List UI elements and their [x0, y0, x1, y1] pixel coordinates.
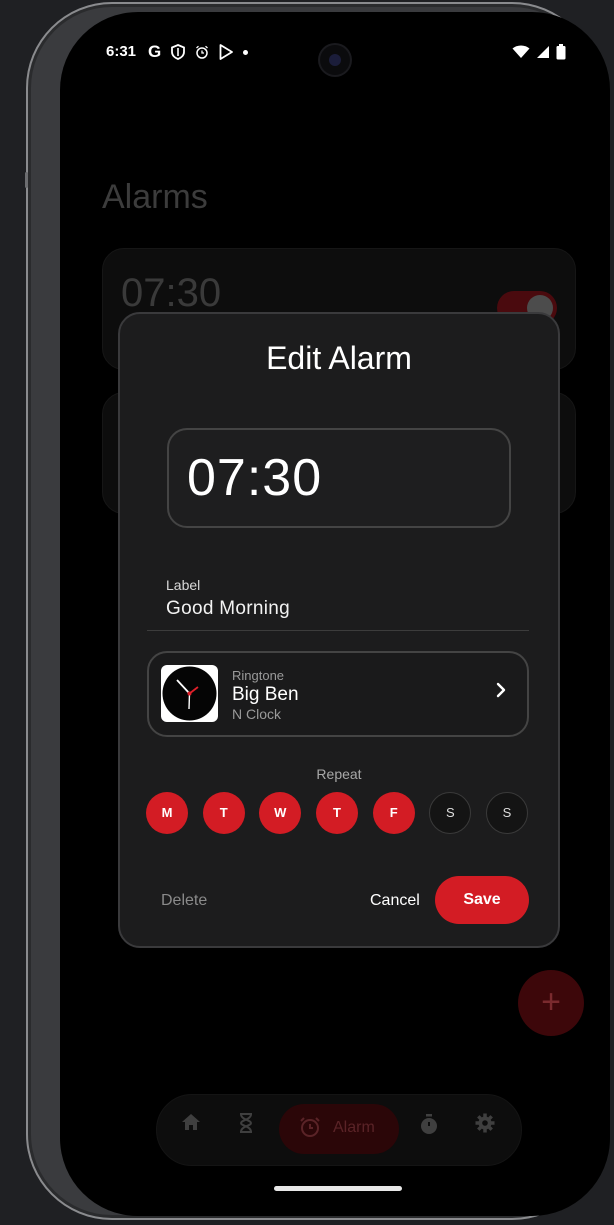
day-monday[interactable]: M: [146, 792, 188, 834]
nav-alarm-label: Alarm: [333, 1119, 375, 1136]
nav-home[interactable]: [181, 1113, 201, 1137]
add-alarm-button[interactable]: +: [518, 970, 584, 1036]
save-button[interactable]: Save: [435, 876, 529, 924]
day-saturday[interactable]: S: [429, 792, 472, 834]
front-camera: [320, 45, 350, 75]
day-wednesday[interactable]: W: [259, 792, 302, 834]
day-tuesday[interactable]: T: [202, 792, 245, 834]
page-title: Alarms: [102, 178, 208, 216]
alarm-icon: [299, 1116, 321, 1143]
home-icon: [182, 1114, 200, 1130]
edit-alarm-dialog: Edit Alarm 07:30 Label Good Morning Ring…: [118, 312, 560, 948]
phone-frame: 6:31 G Alarms 07:30 + Alarm Edit Alarm 0…: [25, 2, 610, 1220]
label-underline: [147, 630, 529, 631]
day-thursday[interactable]: T: [316, 792, 358, 834]
nav-settings[interactable]: [475, 1113, 495, 1139]
screen: 6:31 G Alarms 07:30 + Alarm Edit Alarm 0…: [60, 12, 610, 1216]
status-time: 6:31: [106, 43, 137, 60]
day-sunday[interactable]: S: [486, 792, 528, 834]
label-caption: Label: [166, 577, 201, 593]
plus-icon: +: [541, 983, 561, 1021]
clock-thumbnail: [161, 665, 218, 722]
play-store-icon: [219, 44, 234, 60]
status-right-icons: [512, 42, 566, 62]
chevron-right-icon: [495, 681, 507, 704]
ringtone-name: Big Ben: [232, 684, 299, 705]
shield-icon: [171, 44, 186, 60]
alarm-icon: [196, 45, 209, 59]
time-picker-field[interactable]: 07:30: [167, 428, 511, 528]
cancel-button[interactable]: Cancel: [370, 892, 420, 910]
day-friday[interactable]: F: [372, 792, 415, 834]
gear-icon: [475, 1113, 495, 1133]
alarm-time-value: 07:30: [187, 449, 323, 507]
left-frame-notch: [25, 172, 28, 188]
ringtone-caption: Ringtone: [232, 668, 285, 683]
delete-button[interactable]: Delete: [161, 892, 207, 910]
dot-icon: [243, 49, 249, 55]
label-input[interactable]: Good Morning: [166, 598, 290, 620]
bottom-nav: Alarm: [156, 1094, 522, 1166]
nav-timer[interactable]: [239, 1113, 253, 1139]
nav-stopwatch[interactable]: [419, 1113, 439, 1141]
home-indicator[interactable]: [274, 1186, 402, 1191]
stopwatch-icon: [421, 1114, 437, 1134]
ringtone-source: N Clock: [232, 706, 282, 722]
repeat-caption: Repeat: [316, 766, 362, 782]
status-left-icons: G: [148, 42, 249, 62]
alarm-time: 07:30: [121, 271, 222, 315]
battery-icon: [556, 44, 566, 60]
dialog-title: Edit Alarm: [266, 340, 412, 376]
google-icon: G: [148, 42, 162, 61]
ringtone-selector[interactable]: Ringtone Big Ben N Clock: [147, 651, 529, 737]
nav-alarm[interactable]: Alarm: [279, 1104, 399, 1154]
hourglass-icon: [239, 1113, 253, 1133]
signal-icon: [537, 46, 549, 58]
wifi-icon: [512, 45, 530, 58]
